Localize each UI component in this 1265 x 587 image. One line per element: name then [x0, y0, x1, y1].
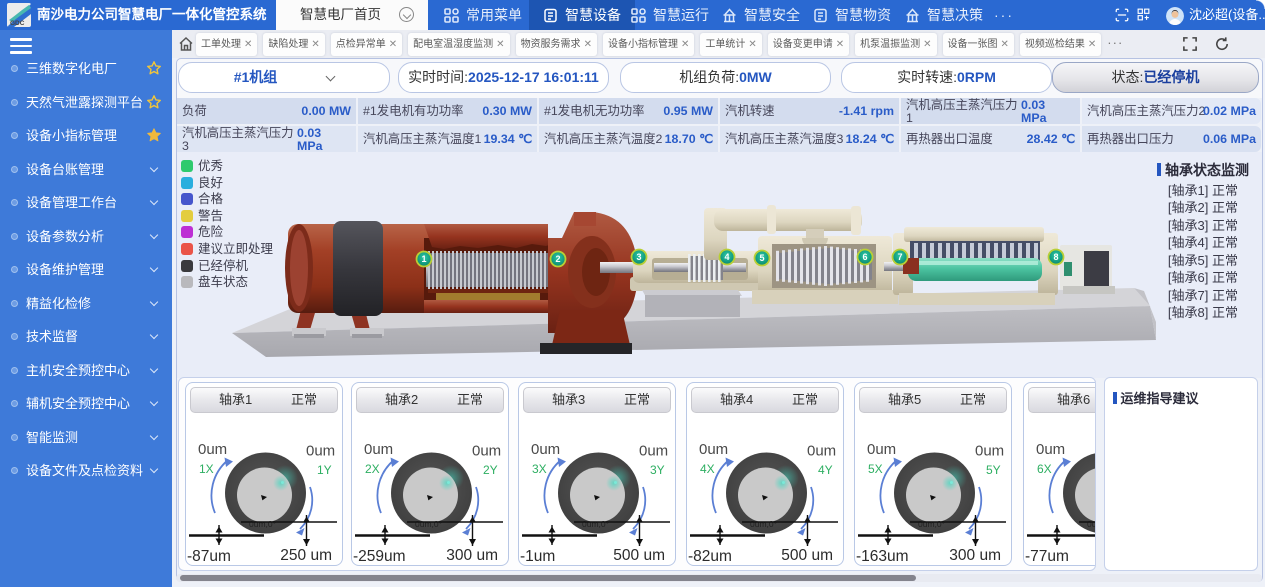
- svg-text:3X: 3X: [532, 462, 547, 476]
- svg-text:500 um: 500 um: [781, 547, 833, 564]
- svg-text:0um: 0um: [364, 441, 393, 458]
- svg-text:5X: 5X: [868, 462, 883, 476]
- svg-text:0um: 0um: [472, 443, 501, 460]
- svg-text:0um,0°: 0um,0°: [918, 519, 945, 529]
- svg-text:2Y: 2Y: [483, 463, 498, 477]
- svg-text:2: 2: [555, 254, 560, 264]
- svg-text:1X: 1X: [199, 462, 214, 476]
- svg-text:300 um: 300 um: [949, 547, 1001, 564]
- svg-text:0um: 0um: [1036, 441, 1065, 458]
- svg-text:1: 1: [421, 254, 426, 264]
- svg-text:6: 6: [862, 252, 867, 262]
- svg-text:7: 7: [897, 252, 902, 262]
- svg-text:-87um: -87um: [187, 548, 231, 565]
- svg-text:2X: 2X: [365, 462, 380, 476]
- svg-text:0um: 0um: [975, 443, 1004, 460]
- svg-text:500 um: 500 um: [613, 547, 665, 564]
- svg-text:-82um: -82um: [688, 548, 732, 565]
- svg-text:0um: 0um: [807, 443, 836, 460]
- svg-text:1Y: 1Y: [317, 463, 332, 477]
- svg-text:3Y: 3Y: [650, 463, 665, 477]
- svg-text:4Y: 4Y: [818, 463, 833, 477]
- svg-text:0um: 0um: [699, 441, 728, 458]
- svg-text:0um: 0um: [306, 443, 335, 460]
- svg-text:0um: 0um: [639, 443, 668, 460]
- svg-text:-163um: -163um: [856, 548, 909, 565]
- svg-text:4: 4: [724, 252, 729, 262]
- svg-text:0um,0°: 0um,0°: [750, 519, 777, 529]
- svg-text:0um: 0um: [867, 441, 896, 458]
- svg-text:300 um: 300 um: [446, 547, 498, 564]
- svg-text:5Y: 5Y: [986, 463, 1001, 477]
- svg-text:GDC: GDC: [10, 20, 25, 27]
- svg-text:0um: 0um: [531, 441, 560, 458]
- svg-text:5: 5: [759, 253, 764, 263]
- svg-text:-1um: -1um: [520, 548, 555, 565]
- svg-text:0um,0°: 0um,0°: [415, 519, 442, 529]
- svg-text:0um,0°: 0um,0°: [1087, 519, 1096, 529]
- svg-text:250 um: 250 um: [280, 547, 332, 564]
- svg-text:0um,0°: 0um,0°: [582, 519, 609, 529]
- svg-text:0um,0°: 0um,0°: [249, 519, 276, 529]
- svg-text:4X: 4X: [700, 462, 715, 476]
- svg-text:8: 8: [1053, 252, 1058, 262]
- svg-text:-259um: -259um: [353, 548, 406, 565]
- svg-text:6X: 6X: [1037, 462, 1052, 476]
- svg-text:-77um: -77um: [1025, 548, 1069, 565]
- svg-text:0um: 0um: [198, 441, 227, 458]
- svg-text:3: 3: [636, 252, 641, 262]
